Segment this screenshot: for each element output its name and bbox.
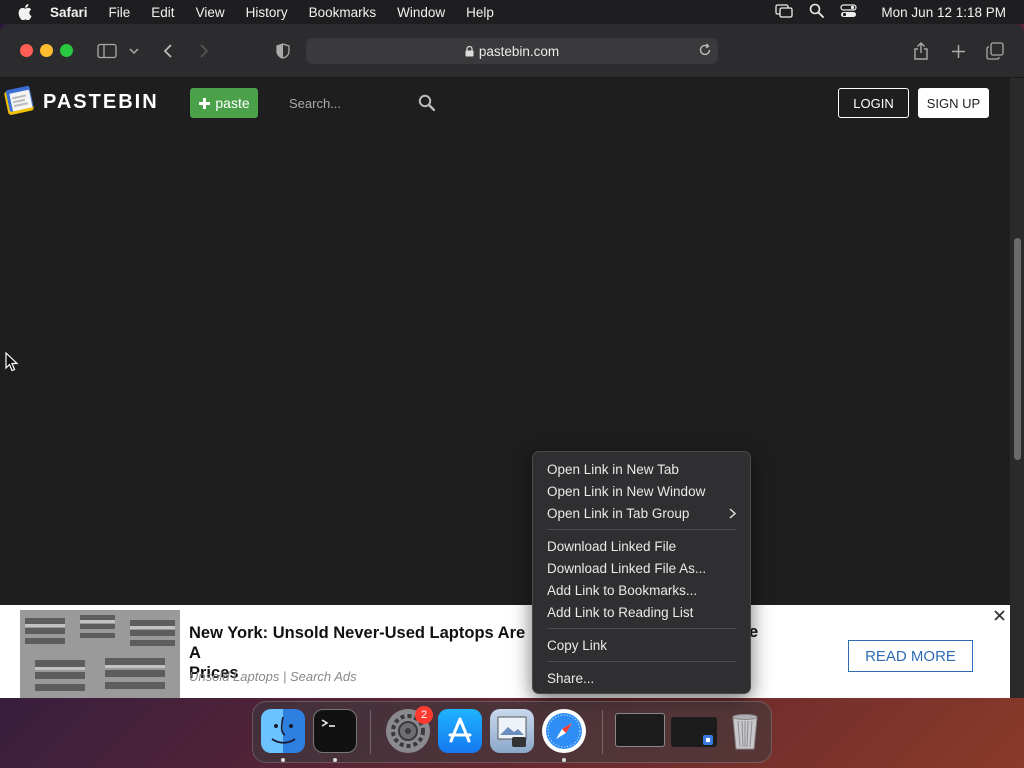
- ctx-download-linked-file-as[interactable]: Download Linked File As...: [533, 557, 750, 579]
- forward-chevron-icon[interactable]: [194, 41, 214, 61]
- menu-edit[interactable]: Edit: [151, 5, 174, 20]
- settings-notification-badge: 2: [415, 706, 433, 724]
- ctx-open-new-tab[interactable]: Open Link in New Tab: [533, 458, 750, 480]
- privacy-shield-icon[interactable]: [273, 41, 293, 61]
- login-button[interactable]: LOGIN: [838, 88, 909, 118]
- address-bar[interactable]: pastebin.com: [306, 38, 718, 64]
- mouse-pointer-icon: [5, 351, 19, 377]
- menu-history[interactable]: History: [246, 5, 288, 20]
- ctx-share[interactable]: Share...: [533, 667, 750, 689]
- menu-help[interactable]: Help: [466, 5, 494, 20]
- menu-separator: [547, 628, 736, 629]
- ctx-add-to-reading-list[interactable]: Add Link to Reading List: [533, 601, 750, 623]
- tab-group-chevron-down-icon[interactable]: [126, 41, 142, 61]
- minimize-window-button[interactable]: [40, 44, 53, 57]
- lock-icon: [465, 45, 474, 57]
- signup-button[interactable]: SIGN UP: [918, 88, 989, 118]
- menu-bar: Safari File Edit View History Bookmarks …: [0, 0, 1024, 24]
- ctx-download-linked-file[interactable]: Download Linked File: [533, 535, 750, 557]
- link-context-menu: Open Link in New Tab Open Link in New Wi…: [532, 451, 751, 694]
- ad-headline-line1: New York: Unsold Never-Used Laptops Are …: [189, 624, 526, 662]
- spotlight-search-icon[interactable]: [809, 3, 825, 21]
- control-center-icon[interactable]: [840, 3, 858, 21]
- ctx-open-tab-group-label: Open Link in Tab Group: [547, 505, 690, 521]
- ad-laptops-image[interactable]: [20, 610, 180, 698]
- scrollbar-thumb[interactable]: [1014, 238, 1021, 460]
- close-window-button[interactable]: [20, 44, 33, 57]
- ad-source: Unsold Laptops | Search Ads: [189, 669, 357, 684]
- menu-separator: [547, 529, 736, 530]
- menu-clock[interactable]: Mon Jun 12 1:18 PM: [881, 5, 1006, 20]
- reload-icon[interactable]: [698, 43, 712, 60]
- menu-separator: [547, 661, 736, 662]
- plus-icon: [199, 97, 211, 109]
- ctx-copy-link[interactable]: Copy Link: [533, 634, 750, 656]
- menu-file[interactable]: File: [109, 5, 131, 20]
- dock-divider: [602, 710, 603, 754]
- dock-running-indicator: [562, 758, 566, 762]
- menu-window[interactable]: Window: [397, 5, 445, 20]
- site-header: PASTEBIN paste LOGIN SIGN UP: [0, 78, 1010, 128]
- ctx-open-tab-group[interactable]: Open Link in Tab Group: [533, 502, 750, 524]
- search-icon[interactable]: [418, 94, 436, 116]
- browser-toolbar: pastebin.com: [0, 24, 1024, 78]
- dock-running-indicator: [333, 758, 337, 762]
- ad-close-icon[interactable]: [988, 605, 1010, 625]
- apple-menu-icon[interactable]: [18, 3, 36, 21]
- menu-app-name[interactable]: Safari: [50, 5, 88, 20]
- ad-banner[interactable]: New York: Unsold Never-Used Laptops Are …: [0, 605, 1010, 698]
- new-tab-plus-icon[interactable]: [948, 41, 968, 61]
- pastebin-logo[interactable]: [4, 83, 38, 117]
- share-icon[interactable]: [911, 41, 931, 61]
- menu-view[interactable]: View: [196, 5, 225, 20]
- dock-running-indicator: [281, 758, 285, 762]
- back-chevron-icon[interactable]: [158, 41, 178, 61]
- dock-terminal-icon[interactable]: [313, 709, 357, 753]
- url-text: pastebin.com: [478, 43, 560, 59]
- dock-divider: [370, 710, 371, 754]
- ad-read-more-button[interactable]: READ MORE: [848, 640, 973, 672]
- dock-preview-icon[interactable]: [490, 709, 534, 753]
- fullscreen-window-button[interactable]: [60, 44, 73, 57]
- new-paste-button[interactable]: paste: [190, 88, 258, 118]
- safari-window: pastebin.com PASTEBIN paste Search... LO…: [0, 24, 1024, 698]
- dock-finder-icon[interactable]: [261, 709, 305, 753]
- search-input[interactable]: [283, 88, 413, 118]
- dock-minimized-window-thumbnail[interactable]: [615, 713, 665, 747]
- screen-mirroring-icon[interactable]: [775, 3, 794, 21]
- site-brand[interactable]: PASTEBIN: [43, 91, 159, 114]
- dock-safari-icon[interactable]: [542, 709, 586, 753]
- menu-bookmarks[interactable]: Bookmarks: [309, 5, 377, 20]
- paste-button-label: paste: [215, 95, 250, 111]
- tab-overview-icon[interactable]: [985, 41, 1005, 61]
- sidebar-toggle-icon[interactable]: [97, 41, 117, 61]
- dock-trash-icon[interactable]: [723, 709, 767, 753]
- ctx-open-new-window[interactable]: Open Link in New Window: [533, 480, 750, 502]
- site-search: [283, 88, 439, 118]
- ctx-add-to-bookmarks[interactable]: Add Link to Bookmarks...: [533, 579, 750, 601]
- page-scrollbar[interactable]: [1010, 78, 1024, 698]
- dock-minimized-window-thumbnail[interactable]: [671, 717, 717, 747]
- web-page: PASTEBIN paste LOGIN SIGN UP: [0, 78, 1010, 698]
- submenu-chevron-right-icon: [729, 507, 737, 522]
- dock: 2: [252, 701, 772, 763]
- dock-app-store-icon[interactable]: [438, 709, 482, 753]
